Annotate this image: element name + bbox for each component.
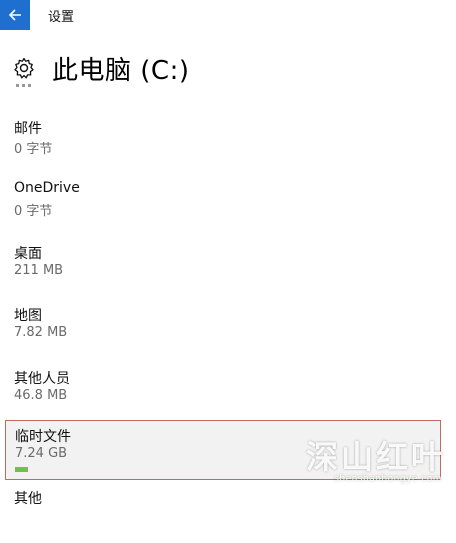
watermark-text: 深山红叶	[305, 438, 446, 476]
item-size: 0 字节	[14, 204, 53, 219]
item-size: 211 MB	[14, 263, 64, 278]
list-item-onedrive[interactable]: OneDrive 0 字节	[5, 175, 441, 235]
item-name: OneDrive	[14, 180, 80, 196]
item-size: 7.24 GB	[15, 446, 68, 461]
item-size: 0 字节	[14, 142, 53, 157]
list-item-desktop[interactable]: 桌面 211 MB	[5, 238, 441, 298]
title-bar: 设置	[0, 0, 456, 30]
list-item-other-people[interactable]: 其他人员 46.8 MB	[5, 363, 441, 423]
item-name: 邮件	[14, 121, 42, 137]
watermark: 深山红叶 shenshanhongye.com	[298, 432, 448, 494]
gear-icon	[14, 57, 34, 79]
page-header: 此电脑 (C:)	[12, 50, 189, 86]
back-button[interactable]	[0, 0, 30, 30]
item-name: 地图	[14, 308, 42, 324]
page-title: 此电脑 (C:)	[52, 55, 190, 86]
item-name: 临时文件	[15, 429, 71, 445]
window-title: 设置	[48, 10, 75, 25]
item-name: 其他	[14, 491, 42, 507]
watermark-url: shenshanhongye.com	[334, 474, 442, 484]
item-size: 46.8 MB	[14, 388, 68, 403]
usage-bar	[15, 467, 28, 472]
scrolled-item-fragment	[16, 84, 31, 87]
item-name: 桌面	[14, 246, 42, 262]
back-arrow-icon	[8, 9, 21, 21]
list-item-mail[interactable]: 邮件 0 字节	[5, 113, 441, 173]
list-item-maps[interactable]: 地图 7.82 MB	[5, 300, 441, 360]
item-size: 7.82 MB	[14, 325, 68, 340]
item-name: 其他人员	[14, 371, 70, 387]
